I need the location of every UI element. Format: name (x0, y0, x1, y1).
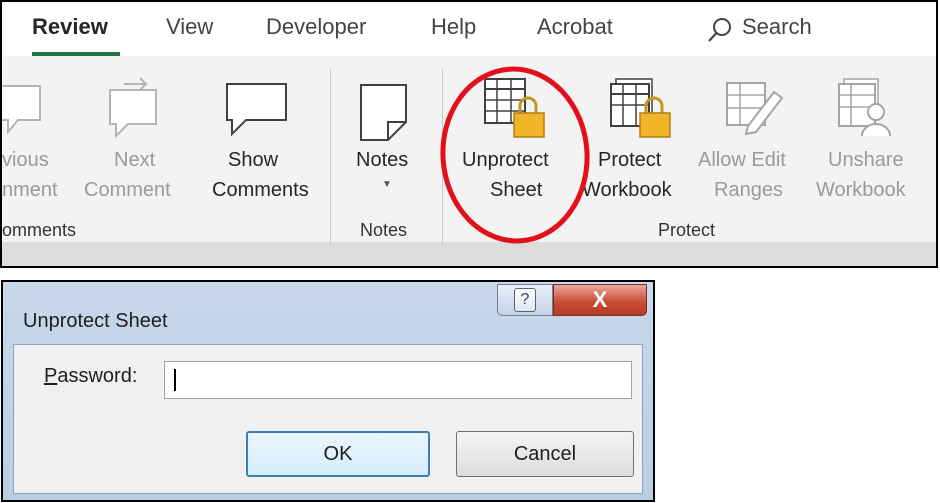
close-button[interactable]: X (553, 284, 647, 316)
excel-ribbon: Review View Developer Help Acrobat Searc… (0, 0, 938, 268)
protect-group-label: Protect (658, 220, 716, 240)
highlight-annotation-circle (440, 66, 590, 244)
unprotect-sheet-dialog: Unprotect Sheet ? X Password: OK Cancel (1, 280, 655, 502)
next-comment-label-2: Comment (84, 179, 171, 201)
ok-button[interactable]: OK (246, 431, 430, 477)
password-label: Password: (44, 365, 137, 388)
group-separator (330, 68, 331, 244)
password-input[interactable] (164, 361, 632, 399)
next-comment-icon (109, 77, 157, 139)
close-icon: X (592, 287, 608, 312)
tab-help[interactable]: Help (431, 14, 476, 40)
show-comments-label: Show (228, 149, 279, 171)
active-tab-indicator (32, 52, 120, 56)
next-comment-label: Next (114, 149, 156, 171)
dialog-content: Password: OK Cancel (13, 344, 643, 494)
dialog-frame: Unprotect Sheet ? X Password: OK Cancel (9, 284, 647, 494)
tab-review[interactable]: Review (32, 14, 108, 40)
password-label-text: assword: (57, 365, 138, 387)
help-button[interactable]: ? (497, 284, 553, 316)
comments-group-label: omments (2, 220, 77, 240)
protect-workbook-label-2: Workbook (582, 179, 672, 201)
allow-edit-ranges-label-2: Ranges (714, 179, 783, 201)
notes-label: Notes (356, 149, 409, 171)
search-icon[interactable] (707, 16, 733, 44)
previous-comment-icon (2, 85, 41, 135)
unshare-workbook-icon (838, 78, 891, 137)
cancel-button[interactable]: Cancel (456, 431, 634, 477)
note-icon (360, 84, 407, 141)
unshare-workbook-label: Unshare (828, 149, 904, 171)
search-box[interactable]: Search (742, 14, 812, 40)
tab-view[interactable]: View (166, 14, 213, 40)
text-caret (174, 369, 176, 391)
show-comments-icon (226, 83, 287, 137)
previous-comment-label-2: nment (2, 179, 58, 201)
previous-comment-label: vious (2, 149, 49, 171)
allow-edit-ranges-icon (726, 82, 784, 136)
unshare-workbook-label-2: Workbook (816, 179, 906, 201)
help-icon: ? (514, 288, 536, 312)
allow-edit-ranges-label: Allow Edit (698, 149, 786, 171)
tab-acrobat[interactable]: Acrobat (537, 14, 613, 40)
show-comments-label-2: Comments (212, 179, 309, 201)
notes-group-label: Notes (360, 220, 408, 240)
chevron-down-icon[interactable]: ▼ (382, 179, 392, 190)
tab-developer[interactable]: Developer (266, 14, 366, 40)
dialog-title: Unprotect Sheet (23, 310, 168, 332)
password-label-accelerator: P (44, 365, 58, 387)
protect-workbook-icon (610, 78, 671, 138)
protect-workbook-label: Protect (598, 149, 662, 171)
